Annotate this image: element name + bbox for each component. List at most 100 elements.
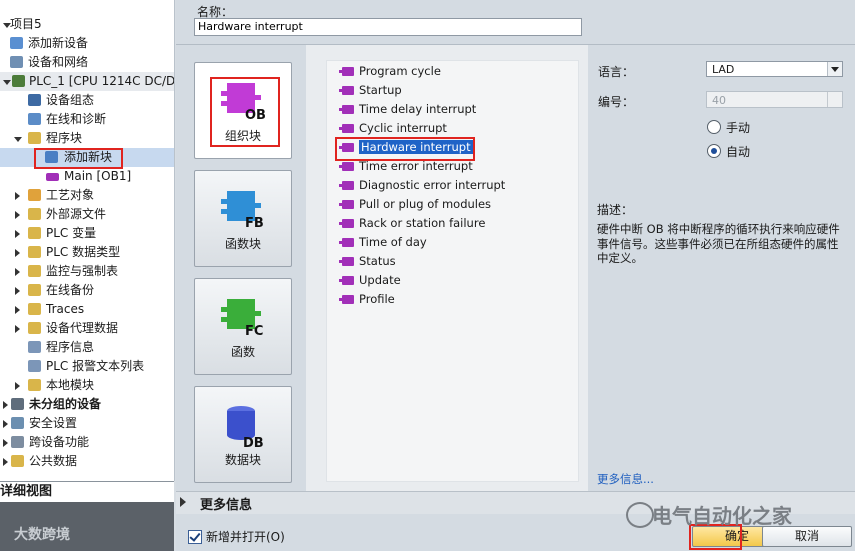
tree-item-main-ob1[interactable]: Main [OB1] xyxy=(0,167,174,186)
tree-item-alarm-text-lists[interactable]: PLC 报警文本列表 xyxy=(0,357,174,376)
add-open-checkbox[interactable] xyxy=(188,530,202,544)
project-tree: 项目5 添加新设备 设备和网络 PLC_1 [CPU 1214C DC/DC/D… xyxy=(0,0,175,481)
ob-block-icon xyxy=(339,124,354,133)
ob-block-icon xyxy=(339,238,354,247)
auto-label: 自动 xyxy=(726,145,751,159)
tree-item-plc[interactable]: PLC_1 [CPU 1214C DC/DC/DC] xyxy=(0,72,174,91)
shield-icon xyxy=(11,417,24,429)
folder-icon xyxy=(28,379,41,391)
tree-item-external-sources[interactable]: 外部源文件 xyxy=(0,205,174,224)
folder-icon xyxy=(28,322,41,334)
ob-block-icon xyxy=(339,67,354,76)
organization-block-button[interactable]: OB 组织块 xyxy=(194,62,292,159)
ob-type-item[interactable]: Profile xyxy=(339,290,395,309)
tree-item-devices-networks[interactable]: 设备和网络 xyxy=(0,53,174,72)
expand-arrow-icon[interactable] xyxy=(3,401,8,409)
plc-icon xyxy=(12,75,25,87)
number-label: 编号： xyxy=(598,95,635,109)
name-input[interactable] xyxy=(194,18,582,36)
wechat-icon xyxy=(626,502,654,528)
svg-text:OB: OB xyxy=(245,108,266,123)
ob-type-item[interactable]: Rack or station failure xyxy=(339,214,485,233)
add-device-icon xyxy=(10,37,23,49)
technology-icon xyxy=(28,189,41,201)
ob-type-item[interactable]: Time of day xyxy=(339,233,427,252)
tree-item-online-backups[interactable]: 在线备份 xyxy=(0,281,174,300)
tree-item-technology-objects[interactable]: 工艺对象 xyxy=(0,186,174,205)
expand-arrow-icon[interactable] xyxy=(15,211,20,219)
watermark-logo-text: 大数跨境 xyxy=(14,527,70,543)
expand-arrow-icon[interactable] xyxy=(15,230,20,238)
tree-item-device-proxy-data[interactable]: 设备代理数据 xyxy=(0,319,174,338)
folder-icon xyxy=(28,227,41,239)
data-block-button[interactable]: DB 数据块 xyxy=(194,386,292,483)
tree-item-project[interactable]: 项目5 xyxy=(0,15,174,34)
tree-item-program-blocks[interactable]: 程序块 xyxy=(0,129,174,148)
manual-radio[interactable] xyxy=(707,120,721,134)
tree-item-plc-tags[interactable]: PLC 变量 xyxy=(0,224,174,243)
tree-item-traces[interactable]: Traces xyxy=(0,300,174,319)
tree-item-add-new-block[interactable]: 添加新块 xyxy=(0,148,174,167)
folder-icon xyxy=(28,208,41,220)
expand-arrow-icon[interactable] xyxy=(15,249,20,257)
tree-item-common-data[interactable]: 公共数据 xyxy=(0,452,174,471)
function-button[interactable]: FC 函数 xyxy=(194,278,292,375)
tree-item-plc-data-types[interactable]: PLC 数据类型 xyxy=(0,243,174,262)
devices-icon xyxy=(11,398,24,410)
ob-block-icon xyxy=(339,276,354,285)
more-info-link[interactable]: 更多信息... xyxy=(597,471,654,487)
ob-block-icon xyxy=(339,257,354,266)
ob-type-item[interactable]: Pull or plug of modules xyxy=(339,195,491,214)
ob-block-icon xyxy=(339,162,354,171)
tree-item-program-info[interactable]: 程序信息 xyxy=(0,338,174,357)
detail-view-header[interactable]: 详细视图 xyxy=(0,481,174,503)
fc-icon: FC xyxy=(221,299,263,339)
cross-device-icon xyxy=(11,436,24,448)
fb-icon: FB xyxy=(221,191,264,231)
tree-item-online-diagnostics[interactable]: 在线和诊断 xyxy=(0,110,174,129)
ob-type-item[interactable]: Diagnostic error interrupt xyxy=(339,176,505,195)
function-block-button[interactable]: FB 函数块 xyxy=(194,170,292,267)
properties-panel xyxy=(588,45,855,491)
tree-item-cross-device[interactable]: 跨设备功能 xyxy=(0,433,174,452)
folder-icon xyxy=(28,246,41,258)
ob-type-item-selected[interactable]: Hardware interrupt xyxy=(339,138,473,157)
ob-type-item[interactable]: Cyclic interrupt xyxy=(339,119,447,138)
ob-block-icon xyxy=(339,143,354,152)
expand-arrow-icon[interactable] xyxy=(15,325,20,333)
ob-type-item[interactable]: Program cycle xyxy=(339,62,441,81)
ob-block-icon xyxy=(339,86,354,95)
ob-type-item[interactable]: Startup xyxy=(339,81,402,100)
add-block-icon xyxy=(45,151,58,163)
tree-item-ungrouped-devices[interactable]: 未分组的设备 xyxy=(0,395,174,414)
ob-type-item[interactable]: Time delay interrupt xyxy=(339,100,476,119)
language-select[interactable]: LAD xyxy=(706,61,843,77)
tree-item-local-modules[interactable]: 本地模块 xyxy=(0,376,174,395)
ob-type-item[interactable]: Time error interrupt xyxy=(339,157,473,176)
expand-arrow-icon[interactable] xyxy=(15,192,20,200)
expand-arrow-icon[interactable] xyxy=(15,306,20,314)
detail-view-panel: 大数跨境 xyxy=(0,502,174,551)
expand-arrow-icon[interactable] xyxy=(3,80,11,85)
tree-item-security-settings[interactable]: 安全设置 xyxy=(0,414,174,433)
ob-type-item[interactable]: Status xyxy=(339,252,396,271)
expand-arrow-icon[interactable] xyxy=(15,268,20,276)
chevron-right-icon[interactable] xyxy=(180,497,186,507)
ob-type-item[interactable]: Update xyxy=(339,271,401,290)
ob-block-icon xyxy=(339,219,354,228)
text-list-icon xyxy=(28,360,41,372)
auto-radio[interactable] xyxy=(707,144,721,158)
device-config-icon xyxy=(28,94,41,106)
expand-arrow-icon[interactable] xyxy=(15,287,20,295)
expand-arrow-icon[interactable] xyxy=(3,439,8,447)
expand-arrow-icon[interactable] xyxy=(14,137,22,142)
chevron-down-icon[interactable] xyxy=(827,62,842,76)
tree-item-add-device[interactable]: 添加新设备 xyxy=(0,34,174,53)
expand-arrow-icon[interactable] xyxy=(3,420,8,428)
tree-item-device-config[interactable]: 设备组态 xyxy=(0,91,174,110)
description-text: 硬件中断 OB 将中断程序的循环执行来响应硬件事件信号。这些事件必须已在所组态硬… xyxy=(597,222,840,265)
expand-arrow-icon[interactable] xyxy=(3,458,8,466)
expand-arrow-icon[interactable] xyxy=(15,382,20,390)
cancel-button[interactable]: 取消 xyxy=(762,526,852,547)
tree-item-watch-force-tables[interactable]: 监控与强制表 xyxy=(0,262,174,281)
